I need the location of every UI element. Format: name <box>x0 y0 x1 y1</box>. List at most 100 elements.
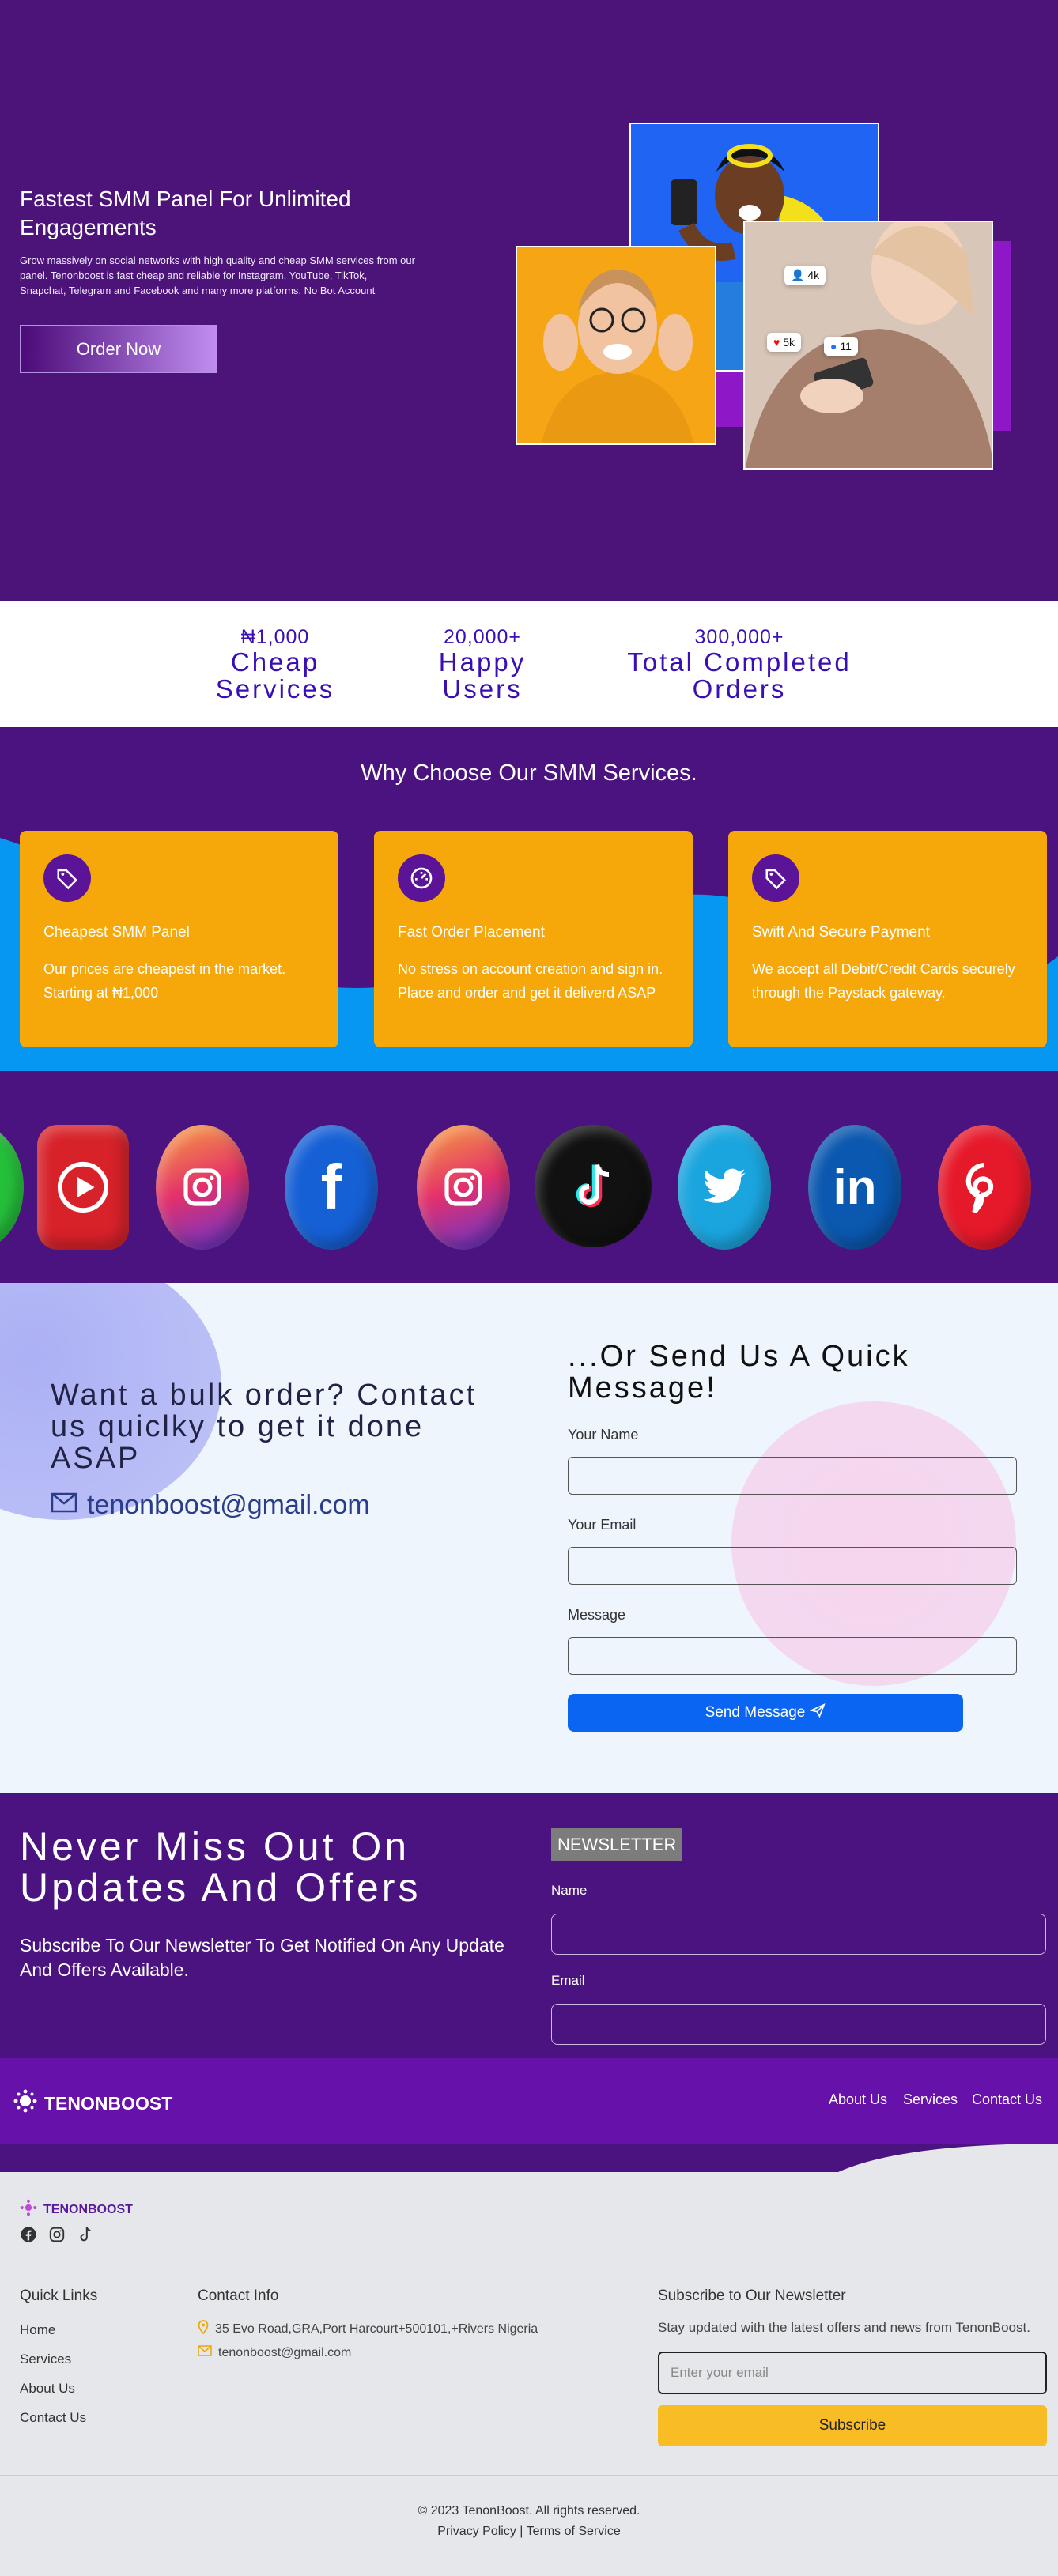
quick-links-heading: Quick Links <box>20 2287 98 2304</box>
speedometer-icon <box>398 854 445 902</box>
footer-link-home[interactable]: Home <box>20 2322 55 2338</box>
contact-email-text: tenonboost@gmail.com <box>87 1490 370 1520</box>
stat-item: 20,000+ Happy Users <box>411 626 554 703</box>
stat-number: 300,000+ <box>694 626 784 648</box>
youtube-icon <box>37 1125 129 1250</box>
footer-copyright-block: © 2023 TenonBoost. All rights reserved. … <box>0 2501 1058 2542</box>
terms-of-service-link[interactable]: Terms of Service <box>527 2525 621 2538</box>
feature-title: Fast Order Placement <box>398 924 545 941</box>
feature-card: Cheapest SMM Panel Our prices are cheape… <box>20 831 338 1047</box>
tiktok-icon[interactable] <box>77 2226 94 2243</box>
name-input[interactable] <box>568 1457 1017 1495</box>
newsletter-name-label: Name <box>551 1883 588 1898</box>
feature-title: Swift And Secure Payment <box>752 924 930 941</box>
paper-plane-icon <box>809 1703 826 1722</box>
footer-brand-name: TENONBOOST <box>43 2202 133 2216</box>
facebook-icon[interactable] <box>20 2226 37 2243</box>
followers-tag: 👤 4k <box>784 266 826 285</box>
stat-label: Cheap Services <box>215 647 335 703</box>
footer-brand-logo[interactable]: TENONBOOST <box>20 2199 133 2220</box>
name-label: Your Name <box>568 1427 639 1443</box>
feature-description: We accept all Debit/Credit Cards securel… <box>752 961 1015 1001</box>
hero-title: Fastest SMM Panel For Unlimited Engageme… <box>20 187 351 239</box>
stats-section: ₦1,000 Cheap Services 20,000+ Happy User… <box>0 601 1058 727</box>
site-footer: TENONBOOST Quick Links Home Services Abo… <box>0 2172 1058 2576</box>
footer-divider <box>0 2475 1058 2476</box>
nav-services[interactable]: Services <box>903 2091 958 2108</box>
legal-separator: | <box>520 2525 523 2538</box>
feature-title: Cheapest SMM Panel <box>43 924 190 941</box>
newsletter-subtitle: Subscribe To Our Newsletter To Get Notif… <box>20 1935 504 1980</box>
footer-email-placeholder: Enter your email <box>671 2365 769 2380</box>
why-title: Why Choose Our SMM Services. <box>361 760 697 786</box>
email-input[interactable] <box>568 1547 1017 1585</box>
stat-number: 20,000+ <box>443 626 522 648</box>
tag-icon <box>43 854 91 902</box>
subscribe-description: Stay updated with the latest offers and … <box>658 2320 1030 2335</box>
contact-info-heading: Contact Info <box>198 2287 279 2304</box>
hero-photo-woman-glasses <box>516 246 716 445</box>
site-navbar: TENONBOOST About Us Services Contact Us <box>0 2058 1058 2144</box>
send-message-button[interactable]: Send Message <box>568 1694 963 1732</box>
order-now-button[interactable]: Order Now <box>20 325 217 373</box>
stat-label: Happy Users <box>438 647 527 703</box>
logo-icon <box>13 2088 38 2118</box>
nav-contact-us[interactable]: Contact Us <box>972 2091 1042 2108</box>
newsletter-name-input[interactable] <box>551 1914 1046 1955</box>
instagram-icon <box>417 1125 510 1250</box>
bulk-order-title: Want a bulk order? Contact us quiclky to… <box>51 1379 478 1475</box>
pinterest-icon <box>938 1125 1031 1250</box>
feature-description: No stress on account creation and sign i… <box>398 961 663 1001</box>
footer-social-icons <box>20 2226 94 2243</box>
facebook-icon: f <box>285 1125 378 1250</box>
instagram-icon <box>156 1125 249 1250</box>
email-label: Your Email <box>568 1517 637 1533</box>
footer-address-text: 35 Evo Road,GRA,Port Harcourt+500101,+Ri… <box>215 2321 538 2336</box>
footer-address: 35 Evo Road,GRA,Port Harcourt+500101,+Ri… <box>198 2320 538 2338</box>
likes-count: 5k <box>783 336 795 349</box>
newsletter-title: Never Miss Out On Updates And Offers <box>20 1824 421 1910</box>
footer-link-about-us[interactable]: About Us <box>20 2381 75 2397</box>
message-input[interactable] <box>568 1637 1017 1675</box>
newsletter-badge: NEWSLETTER <box>551 1828 683 1861</box>
stat-label: Total Completed Orders <box>627 647 852 703</box>
location-pin-icon <box>198 2320 209 2338</box>
subscribe-heading: Subscribe to Our Newsletter <box>658 2287 846 2304</box>
hero-photo-woman-phone: 👤 4k ♥ 5k ● 11 <box>743 221 993 470</box>
why-choose-section: Why Choose Our SMM Services. Cheapest SM… <box>0 727 1058 1071</box>
brand-logo[interactable]: TENONBOOST <box>13 2088 172 2118</box>
nav-about-us[interactable]: About Us <box>829 2091 887 2108</box>
legal-links: Privacy Policy | Terms of Service <box>0 2521 1058 2542</box>
newsletter-section: Never Miss Out On Updates And Offers Sub… <box>0 1793 1058 2058</box>
brand-name: TENONBOOST <box>44 2092 173 2114</box>
nav-curve-divider <box>0 2144 1058 2172</box>
stat-item: 300,000+ Total Completed Orders <box>609 626 870 703</box>
contact-email-link[interactable]: tenonboost@gmail.com <box>51 1490 370 1521</box>
tag-icon <box>752 854 799 902</box>
logo-icon <box>20 2199 37 2220</box>
instagram-icon[interactable] <box>48 2226 66 2243</box>
tiktok-icon <box>535 1125 652 1247</box>
send-message-label: Send Message <box>705 1704 806 1721</box>
feature-description: Our prices are cheapest in the market. S… <box>43 961 286 1001</box>
footer-link-contact-us[interactable]: Contact Us <box>20 2410 86 2426</box>
message-label: Message <box>568 1607 626 1623</box>
footer-email-text: tenonboost@gmail.com <box>218 2345 352 2359</box>
feature-card: Fast Order Placement No stress on accoun… <box>374 831 693 1047</box>
subscribe-button[interactable]: Subscribe <box>658 2405 1047 2446</box>
whatsapp-icon <box>0 1125 24 1250</box>
footer-email-input[interactable]: Enter your email <box>658 2352 1047 2394</box>
newsletter-email-input[interactable] <box>551 2004 1046 2045</box>
mail-icon <box>51 1490 77 1521</box>
footer-link-services[interactable]: Services <box>20 2352 71 2367</box>
contact-section: Want a bulk order? Contact us quiclky to… <box>0 1283 1058 1793</box>
comments-count: 11 <box>840 340 852 353</box>
linkedin-icon: in <box>808 1125 901 1250</box>
hero-section: Fastest SMM Panel For Unlimited Engageme… <box>0 0 1058 601</box>
social-icons-strip: f in <box>0 1071 1058 1283</box>
stat-item: ₦1,000 Cheap Services <box>198 626 353 703</box>
privacy-policy-link[interactable]: Privacy Policy <box>437 2525 516 2538</box>
feature-card: Swift And Secure Payment We accept all D… <box>728 831 1047 1047</box>
stat-number: ₦1,000 <box>240 626 310 648</box>
footer-email[interactable]: tenonboost@gmail.com <box>198 2345 351 2360</box>
